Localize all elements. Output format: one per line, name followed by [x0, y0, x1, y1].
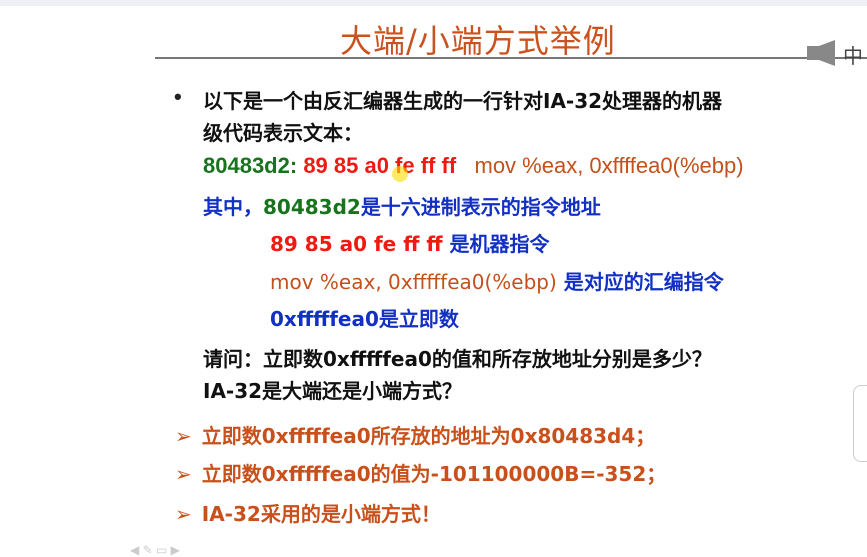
explain-line-3: mov %eax, 0xfffffea0(%ebp) 是对应的汇编指令 — [270, 266, 724, 295]
question-line-1: 请问：立即数0xfffffea0的值和所存放地址分别是多少？ — [203, 347, 712, 371]
explain-bytes: 89 85 a0 fe ff ff — [270, 232, 443, 256]
explain-asm: mov %eax, 0xfffffea0(%ebp) — [270, 270, 557, 294]
code-line: 80483d2: 89 85 a0 fe ff ff mov %eax, 0xf… — [203, 153, 744, 179]
explain-line-4: 0xfffffea0是立即数 — [270, 307, 459, 331]
slide-title: 大端/小端方式举例 — [340, 22, 616, 60]
arrow-bullet-icon: ➢ — [175, 502, 192, 526]
speaker-icon — [807, 40, 835, 66]
input-method-widget[interactable]: 中 — [805, 38, 867, 68]
answer-text: 立即数0xfffffea0的值为-101100000B=-352； — [201, 462, 667, 486]
intro-line-2: 级代码表示文本： — [203, 121, 363, 145]
explain-prefix: 其中， — [203, 195, 263, 219]
answer-text: 立即数0xfffffea0所存放的地址为0x80483d4； — [201, 424, 656, 448]
explain-address: 80483d2 — [263, 195, 361, 219]
top-band — [0, 0, 867, 6]
answer-1: ➢ 立即数0xfffffea0所存放的地址为0x80483d4； — [175, 420, 655, 449]
bullet-dot: • — [174, 84, 182, 109]
code-bytes: 89 85 a0 fe ff ff — [303, 153, 457, 178]
code-asm: mov %eax, 0xffffea0(%ebp) — [474, 153, 744, 178]
arrow-bullet-icon: ➢ — [175, 462, 192, 486]
answer-text: IA-32采用的是小端方式！ — [201, 502, 441, 526]
explain-bytes-desc: 是机器指令 — [442, 232, 550, 256]
explain-line-1: 其中，80483d2是十六进制表示的指令地址 — [203, 191, 601, 220]
explain-asm-desc: 是对应的汇编指令 — [556, 270, 724, 294]
arrow-bullet-icon: ➢ — [175, 424, 192, 448]
question-line-2: IA-32是大端还是小端方式？ — [203, 379, 463, 403]
mouse-cursor-highlight — [392, 166, 408, 182]
code-address: 80483d2: — [203, 153, 298, 178]
title-divider — [155, 57, 867, 59]
explain-line-2: 89 85 a0 fe ff ff 是机器指令 — [270, 228, 550, 257]
explain-suffix: 是十六进制表示的指令地址 — [360, 195, 601, 219]
ime-label: 中 — [843, 46, 863, 68]
side-panel-tab[interactable] — [853, 385, 867, 462]
answer-3: ➢ IA-32采用的是小端方式！ — [175, 498, 441, 527]
intro-line-1: 以下是一个由反汇编器生成的一行针对IA-32处理器的机器 — [203, 89, 723, 113]
answer-2: ➢ 立即数0xfffffea0的值为-101100000B=-352； — [175, 458, 666, 487]
